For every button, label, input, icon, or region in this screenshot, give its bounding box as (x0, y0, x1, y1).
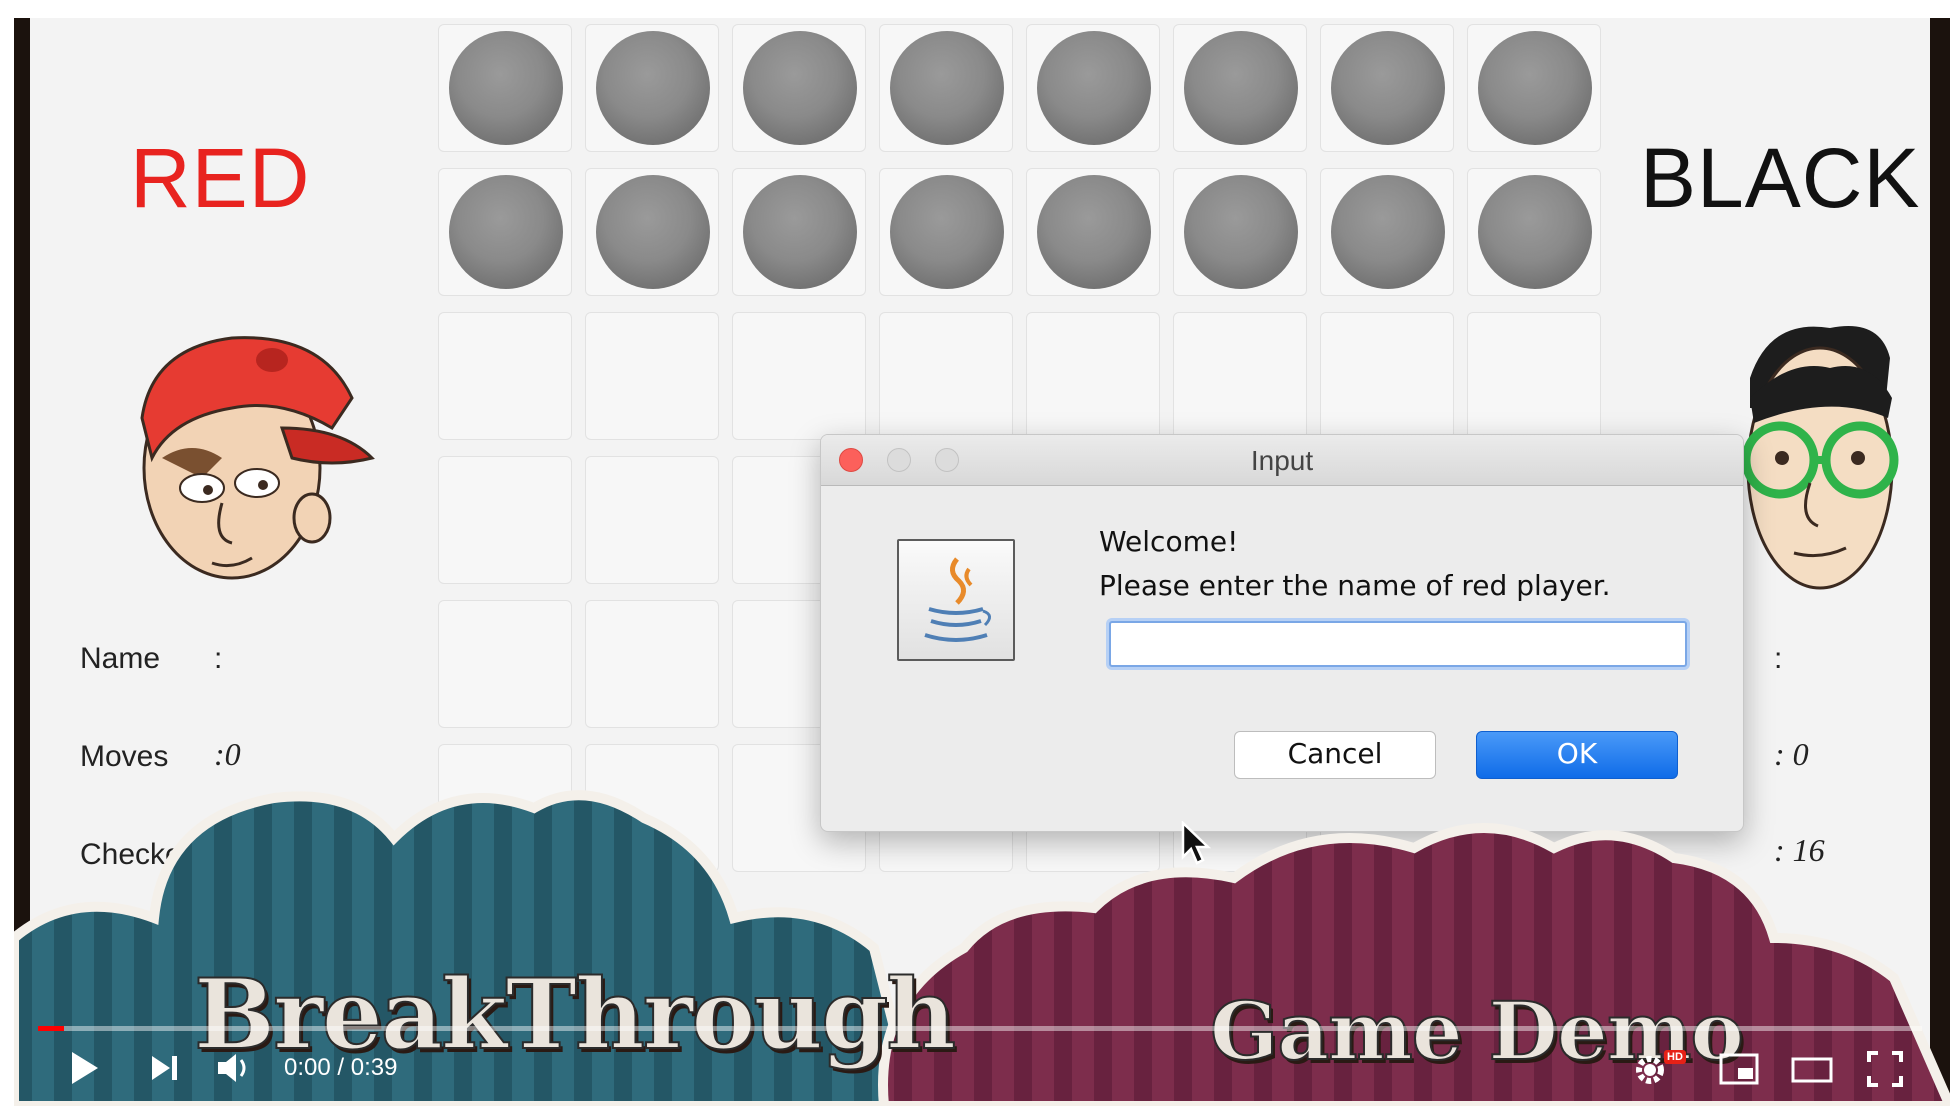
title-banner-clouds (14, 790, 1950, 1106)
video-player[interactable]: RED BLACK Name: Moves:0 Checker:: 0 … (14, 18, 1950, 1106)
volume-icon[interactable] (214, 1050, 254, 1086)
theater-icon[interactable] (1790, 1056, 1834, 1084)
progress-bar[interactable] (38, 1026, 1922, 1031)
time-display: 0:00 / 0:39 (284, 1054, 398, 1081)
fullscreen-icon[interactable] (1866, 1050, 1904, 1088)
progress-bar-played (38, 1026, 64, 1031)
miniplayer-icon[interactable] (1718, 1052, 1760, 1086)
next-icon[interactable] (148, 1052, 182, 1084)
hd-badge: HD (1664, 1050, 1686, 1064)
settings-icon[interactable] (1632, 1052, 1668, 1088)
play-icon[interactable] (66, 1048, 102, 1088)
